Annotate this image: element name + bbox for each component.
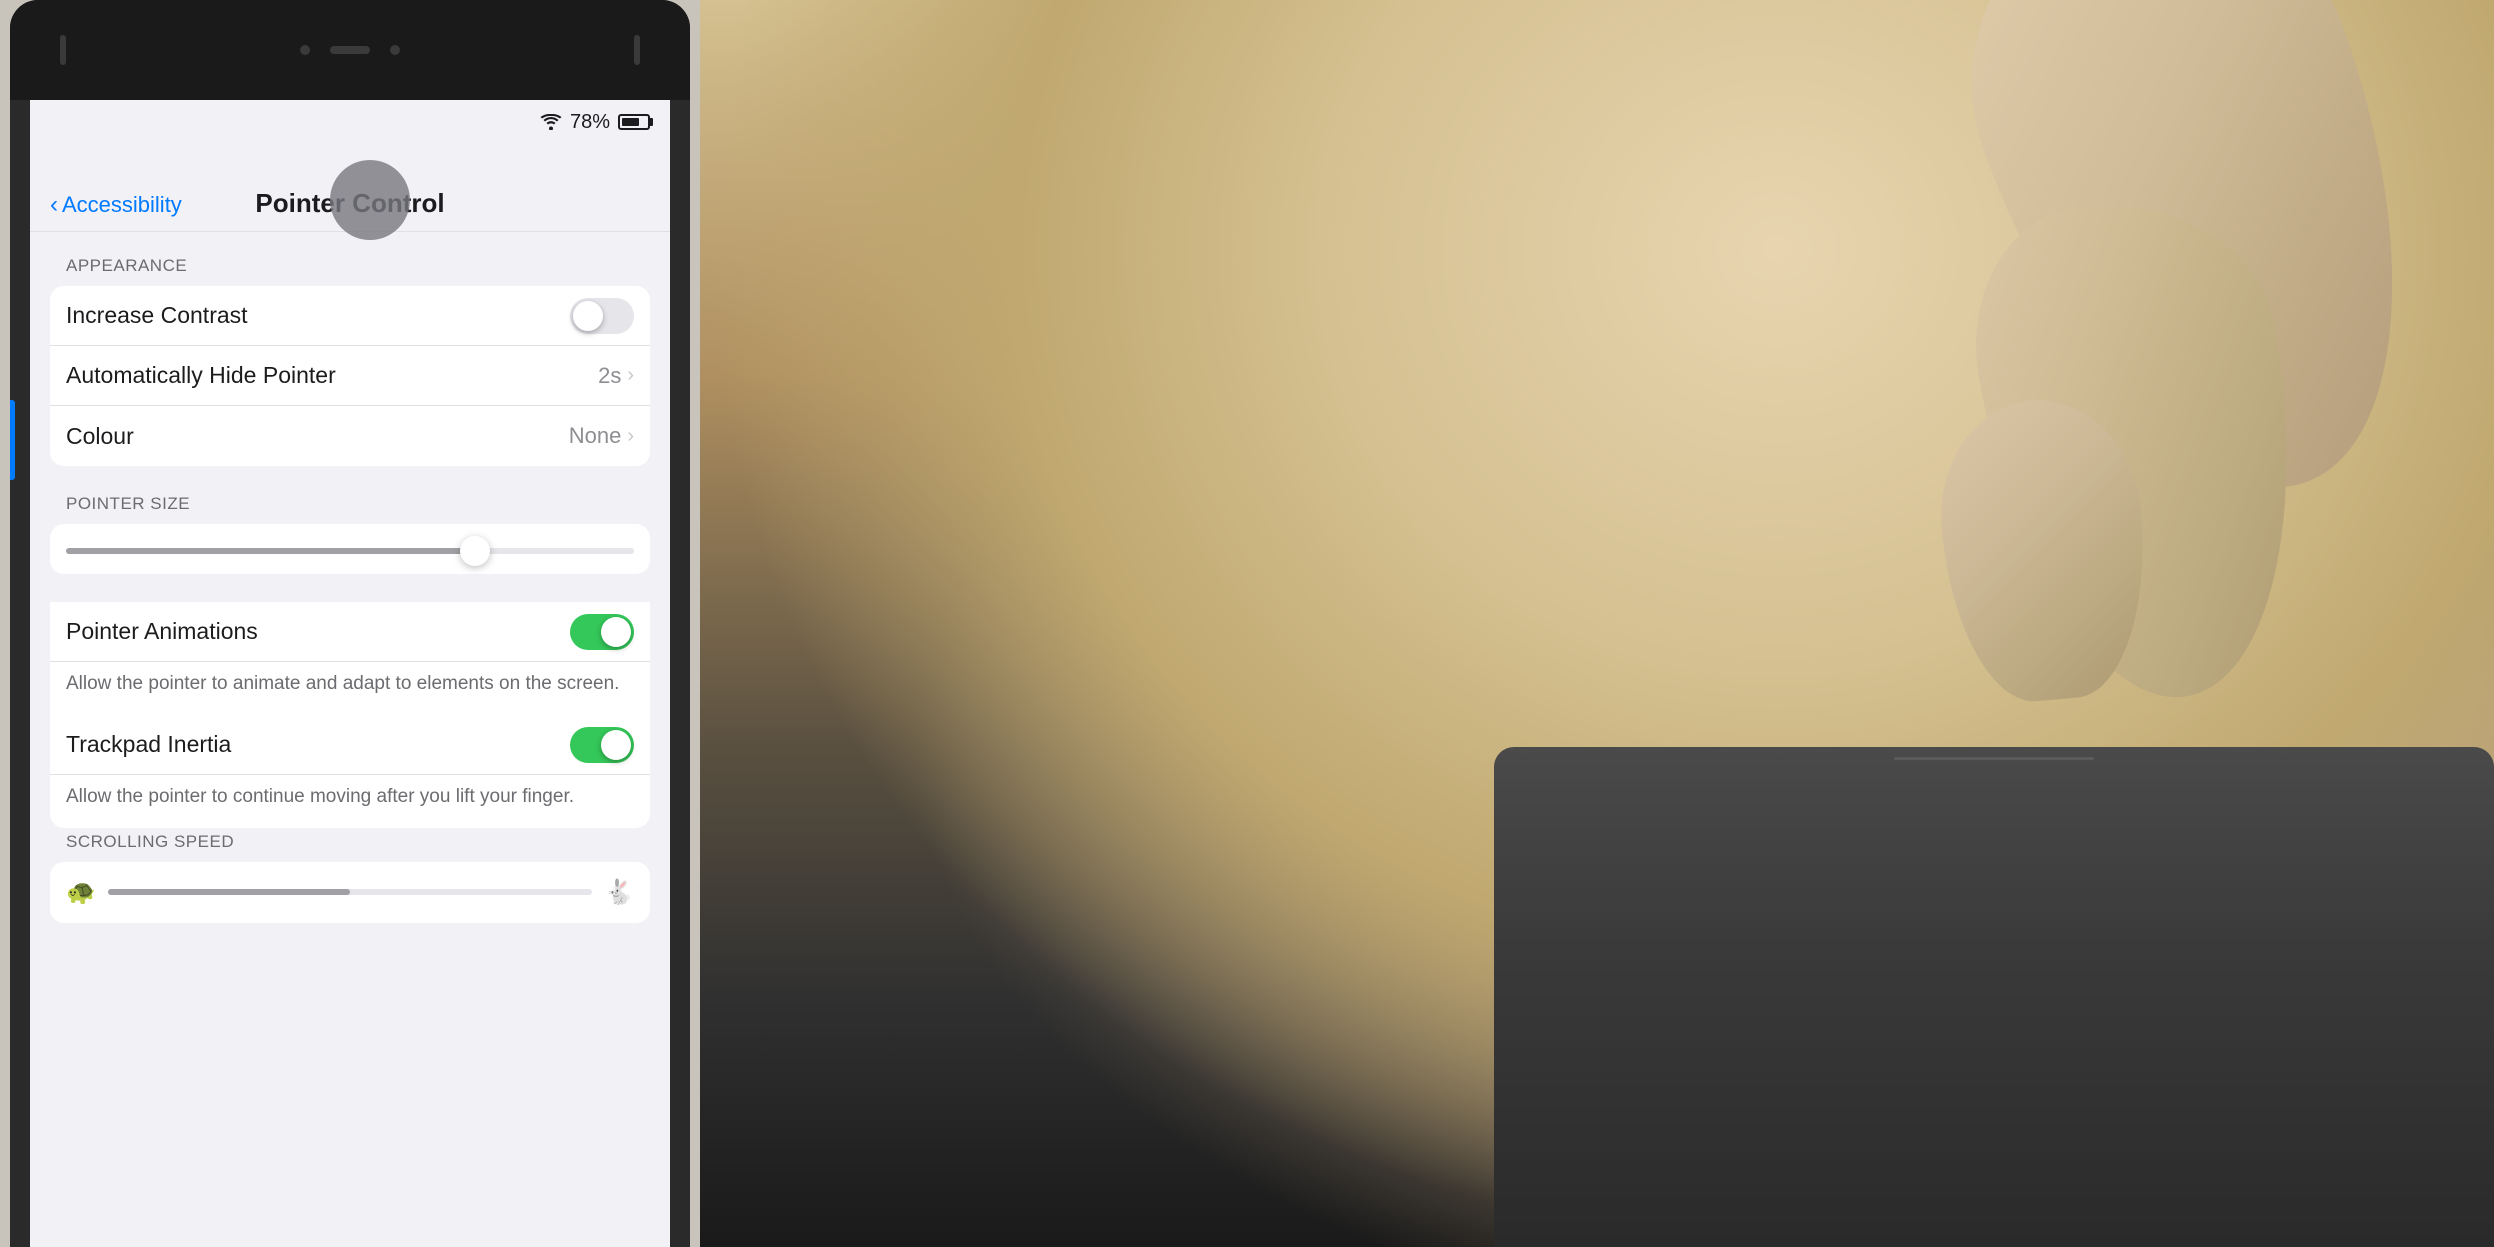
pointer-size-slider-track[interactable]	[66, 548, 634, 554]
nav-header: ‹ Accessibility Pointer Control	[30, 144, 670, 232]
right-background	[700, 0, 2494, 1247]
auto-hide-pointer-row[interactable]: Automatically Hide Pointer 2s ›	[50, 346, 650, 406]
ipad-frame: 78% ‹ Accessibility Pointer Control	[10, 0, 690, 1247]
nav-back-button[interactable]: ‹ Accessibility	[50, 191, 200, 219]
trackpad-inertia-toggle-knob	[601, 730, 631, 760]
wifi-icon	[540, 114, 562, 130]
battery-icon	[618, 114, 650, 130]
pointer-animations-label: Pointer Animations	[66, 618, 258, 645]
trackpad-surface	[1494, 747, 2494, 1247]
trackpad-inertia-description: Allow the pointer to continue moving aft…	[50, 775, 650, 828]
speaker-right	[634, 35, 640, 65]
ipad-top-bar	[10, 0, 690, 100]
appearance-group: Increase Contrast Automatically Hide Poi…	[50, 286, 650, 466]
speaker-left	[60, 35, 66, 65]
pointer-animations-row[interactable]: Pointer Animations	[50, 602, 650, 662]
colour-row[interactable]: Colour None ›	[50, 406, 650, 466]
colour-right: None ›	[569, 423, 634, 449]
pointer-size-slider-container	[50, 524, 650, 574]
auto-hide-pointer-label: Automatically Hide Pointer	[66, 362, 336, 389]
colour-value: None	[569, 423, 622, 449]
ios-screen: 78% ‹ Accessibility Pointer Control	[30, 100, 670, 1247]
increase-contrast-label: Increase Contrast	[66, 302, 248, 329]
back-chevron-icon: ‹	[50, 191, 58, 219]
camera-dot	[300, 45, 310, 55]
toggle-knob	[573, 301, 603, 331]
scrolling-speed-slider-track[interactable]	[108, 889, 592, 895]
auto-hide-pointer-right: 2s ›	[598, 363, 634, 389]
trackpad-inertia-label: Trackpad Inertia	[66, 731, 231, 758]
colour-chevron-icon: ›	[627, 425, 634, 448]
battery-tip	[650, 118, 653, 126]
sensor-bar	[330, 46, 370, 54]
battery-fill	[622, 118, 639, 126]
increase-contrast-row[interactable]: Increase Contrast	[50, 286, 650, 346]
animations-group: Pointer Animations Allow the pointer to …	[50, 602, 650, 828]
pointer-size-slider-thumb[interactable]	[460, 536, 490, 566]
pointer-animations-toggle[interactable]	[570, 614, 634, 650]
auto-hide-pointer-chevron-icon: ›	[627, 364, 634, 387]
battery-percent: 78%	[570, 111, 610, 134]
pointer-size-section-label: POINTER SIZE	[66, 494, 650, 514]
colour-label: Colour	[66, 423, 134, 450]
scroll-fast-icon: 🐇	[604, 878, 634, 907]
increase-contrast-toggle[interactable]	[570, 298, 634, 334]
trackpad-lines	[1894, 757, 2094, 760]
trackpad-inertia-row[interactable]: Trackpad Inertia	[50, 715, 650, 775]
appearance-section-label: APPEARANCE	[66, 256, 650, 276]
pointer-size-slider-fill	[66, 548, 475, 554]
pointer-animations-toggle-knob	[601, 617, 631, 647]
scrolling-speed-slider-fill	[108, 889, 350, 895]
camera-dot-2	[390, 45, 400, 55]
scrolling-speed-section-label: SCROLLING SPEED	[66, 832, 650, 852]
pointer-animations-description: Allow the pointer to animate and adapt t…	[50, 662, 650, 715]
back-label: Accessibility	[62, 192, 182, 218]
ipad-container: 78% ‹ Accessibility Pointer Control	[0, 0, 700, 1247]
scrolling-speed-slider-row: 🐢 🐇	[50, 862, 650, 923]
settings-content[interactable]: APPEARANCE Increase Contrast Automatical…	[30, 232, 670, 1247]
status-icons: 78%	[540, 111, 650, 134]
status-bar: 78%	[30, 100, 670, 144]
camera-area	[300, 45, 400, 55]
trackpad-inertia-toggle[interactable]	[570, 727, 634, 763]
page-title: Pointer Control	[200, 188, 500, 219]
side-indicator	[10, 400, 15, 480]
scroll-slow-icon: 🐢	[66, 878, 96, 907]
auto-hide-pointer-value: 2s	[598, 363, 621, 389]
